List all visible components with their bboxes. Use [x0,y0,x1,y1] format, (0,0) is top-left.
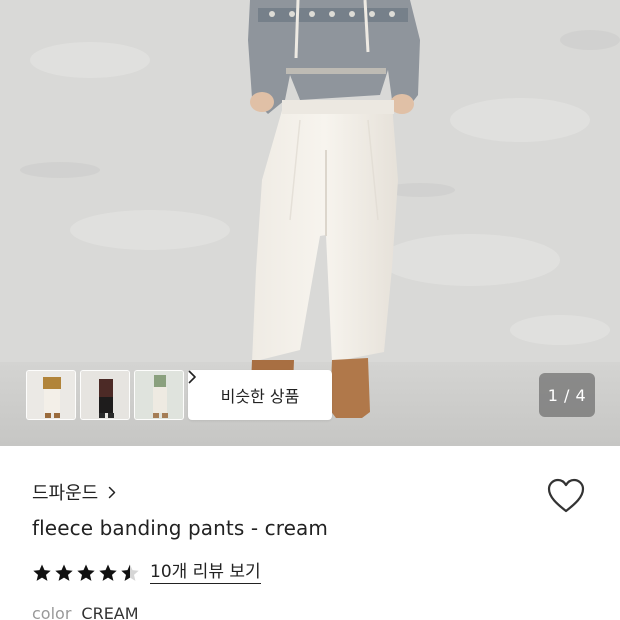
brand-name: 드파운드 [32,483,99,504]
similar-products-label: 비슷한 상품 [220,387,300,406]
half-star-icon [121,564,139,581]
product-title: fleece banding pants - cream [32,516,328,540]
star-icon [55,564,73,581]
star-icon [77,564,95,581]
thumbnail-image[interactable] [26,370,76,420]
reviews-link[interactable]: 10개 리뷰 보기 [150,562,261,584]
color-label: color [32,604,72,620]
star-rating [32,563,140,583]
chevron-right-icon [109,486,116,498]
heart-icon[interactable] [547,478,585,514]
product-image-carousel[interactable]: 비슷한 상품 1 / 4 [0,0,620,446]
star-icon [99,564,117,581]
similar-products-button[interactable]: 비슷한 상품 [188,370,332,420]
star-icon [33,564,51,581]
image-pager: 1 / 4 [539,373,595,417]
rating-row: 10개 리뷰 보기 [32,560,261,586]
thumbnail-image[interactable] [134,370,184,420]
thumbnail-side-image [135,371,183,419]
thumbnail-sweater-image [81,371,129,419]
brand-link[interactable]: 드파운드 [32,478,116,506]
thumbnail-front-image [27,371,75,419]
chevron-right-icon [188,370,196,384]
color-value: CREAM [81,604,139,620]
color-row: color CREAM [32,604,139,620]
thumbnail-image[interactable] [80,370,130,420]
